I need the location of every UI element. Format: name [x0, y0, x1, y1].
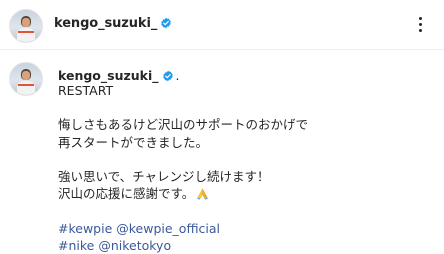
more-options-icon[interactable]	[411, 14, 431, 34]
caption-line-with-emoji: 沢山の応援に感謝です。	[58, 185, 428, 202]
avatar-face	[21, 18, 31, 28]
avatar-stripe	[18, 84, 34, 87]
separator-dot: .	[175, 68, 180, 83]
username-link[interactable]: kengo_suzuki_	[54, 16, 157, 31]
caption-line	[58, 202, 428, 219]
caption-line	[58, 151, 428, 168]
caption-username-link[interactable]: kengo_suzuki_	[58, 68, 159, 83]
avatar-body	[17, 27, 35, 42]
caption-line: RESTART	[58, 83, 114, 98]
caption-text: RESTART 悔しさもあるけど沢山のサポートのおかげで 再スタートができました…	[58, 82, 428, 254]
avatar-face	[21, 71, 31, 81]
caption-author: kengo_suzuki_ .	[58, 68, 180, 83]
avatar-body	[17, 80, 35, 95]
hashtag-line[interactable]: #kewpie @kewpie_official	[58, 220, 428, 237]
post-header-user: kengo_suzuki_	[54, 16, 172, 31]
hashtag-line[interactable]: #nike @niketokyo	[58, 237, 428, 254]
folded-hands-icon	[197, 188, 209, 200]
caption-avatar[interactable]	[9, 62, 43, 96]
caption-line	[58, 99, 428, 116]
caption-line: 強い思いで、チャレンジし続けます！	[58, 168, 270, 184]
verified-badge-icon	[162, 70, 173, 82]
verified-badge-icon	[161, 17, 171, 29]
caption-line: 再スタートができました。	[58, 134, 209, 150]
header-divider	[0, 49, 444, 50]
avatar[interactable]	[9, 9, 43, 43]
avatar-stripe	[18, 31, 34, 34]
caption-line: 悔しさもあるけど沢山のサポートのおかげで	[58, 117, 309, 133]
caption-line: 沢山の応援に感謝です。	[58, 186, 195, 202]
